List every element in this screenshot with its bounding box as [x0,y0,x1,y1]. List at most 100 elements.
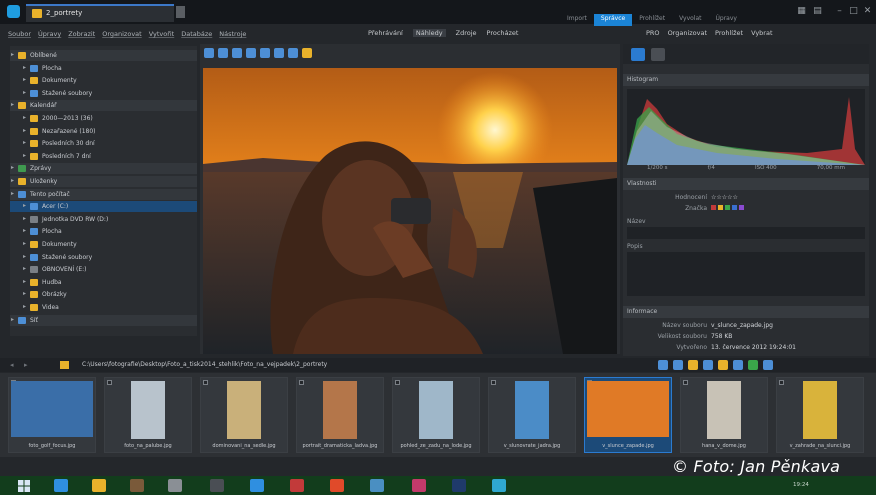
maximize-icon[interactable]: □ [848,6,859,17]
thumbnail-checkbox[interactable] [107,380,112,385]
expand-arrow-icon[interactable]: ▸ [23,202,26,209]
tree-item[interactable]: ▸ Tento počítač [10,188,197,200]
expand-arrow-icon[interactable]: ▸ [11,190,14,197]
mode-edit[interactable]: Úpravy [709,14,744,26]
forward-icon[interactable] [218,48,228,58]
organize-dropdown[interactable]: Organizovat [668,29,707,37]
info-header[interactable]: Informace [623,306,869,318]
tree-item[interactable]: ▸ Posledních 30 dní [10,138,197,149]
mode-import[interactable]: Import [560,14,594,26]
tree-item[interactable]: ▸ Stažené soubory [10,252,197,263]
star-icon[interactable] [302,48,312,58]
view-button[interactable]: Prohlížet [715,29,743,37]
expand-arrow-icon[interactable]: ▸ [23,76,26,83]
share-icon[interactable] [748,360,758,370]
mode-manager[interactable]: Správce [593,14,633,26]
expand-arrow-icon[interactable]: ▸ [23,290,26,297]
expand-arrow-icon[interactable]: ▸ [23,127,26,134]
menu-view[interactable]: Zobrazit [68,30,95,38]
thumbnails-button[interactable]: Náhledy [412,29,446,37]
expand-arrow-icon[interactable]: ▸ [23,240,26,247]
tree-item[interactable]: ▸ Kalendář [10,100,197,112]
playback-button[interactable]: Přehrávání [368,29,403,37]
tree-item[interactable]: ▸ 2000—2013 (36) [10,113,197,124]
indesign-icon[interactable] [412,479,426,492]
clock[interactable]: 19:24 [793,482,809,488]
tree-item[interactable]: ▸ Obrázky [10,289,197,300]
menu-file[interactable]: Soubor [8,30,31,38]
menu-edit[interactable]: Úpravy [38,30,61,38]
search-icon[interactable] [658,360,668,370]
windows-start-icon[interactable] [18,480,30,492]
expand-arrow-icon[interactable]: ▸ [23,114,26,121]
expand-arrow-icon[interactable]: ▸ [23,152,26,159]
forward-arrow-icon[interactable]: ▸ [24,361,28,369]
tree-item[interactable]: ▸ Acer (C:) [10,201,197,213]
filmstrip-thumbnail[interactable]: v_zahrade_na_slunci.jpg [776,377,864,453]
sources-button[interactable]: Zdroje [456,29,477,37]
mode-view[interactable]: Prohlížet [632,14,672,26]
thumbnail-checkbox[interactable] [299,380,304,385]
tree-item[interactable]: ▸ Jednotka DVD RW (D:) [10,214,197,225]
menu-create[interactable]: Vytvořit [149,30,175,38]
filmstrip-thumbnail[interactable]: v_slunovrate_jadra.jpg [488,377,576,453]
caption-field[interactable] [627,252,865,296]
app-icon-6[interactable] [370,479,384,492]
settings-icon[interactable] [763,360,773,370]
select-button[interactable]: Vybrat [751,29,772,37]
filmstrip-thumbnail[interactable]: foto_na_palube.jpg [104,377,192,453]
expand-arrow-icon[interactable]: ▸ [11,101,14,108]
tree-item[interactable]: ▸ Plocha [10,226,197,237]
filmstrip-thumbnail[interactable]: pohled_ze_zadu_na_lode.jpg [392,377,480,453]
info-tab-icon[interactable] [631,48,645,61]
ie-icon[interactable] [54,479,68,492]
photoshop-icon[interactable] [452,479,466,492]
tree-item[interactable]: ▸ Dokumenty [10,239,197,250]
expand-arrow-icon[interactable]: ▸ [11,316,14,323]
mode-develop[interactable]: Vyvolat [672,14,708,26]
close-icon[interactable]: ✕ [862,6,873,17]
thumbnail-checkbox[interactable] [779,380,784,385]
tree-item[interactable]: ▸ OBNOVENÍ (E:) [10,264,197,275]
back-arrow-icon[interactable]: ◂ [10,361,14,369]
tree-item[interactable]: ▸ Videa [10,302,197,313]
expand-arrow-icon[interactable]: ▸ [23,265,26,272]
expand-arrow-icon[interactable]: ▸ [23,227,26,234]
properties-header[interactable]: Vlastnosti [623,178,869,190]
expand-arrow-icon[interactable]: ▸ [23,139,26,146]
fullscreen-icon[interactable] [288,48,298,58]
minimize-icon[interactable]: – [834,6,845,17]
thumbnail-checkbox[interactable] [491,380,496,385]
document-tab[interactable]: 2_portrety [26,4,174,22]
map-tab-icon[interactable] [651,48,665,61]
tree-item[interactable]: ▸ Síť [10,314,197,326]
zoom-in-icon[interactable] [246,48,256,58]
app-icon-3[interactable] [210,479,224,492]
expand-arrow-icon[interactable]: ▸ [11,164,14,171]
filmstrip-thumbnail[interactable]: dominovani_na_sedle.jpg [200,377,288,453]
path-field[interactable]: C:\Users\fotografie\Desktop\Foto_a_tisk2… [82,361,327,368]
histogram-header[interactable]: Histogram [623,74,869,86]
main-photo[interactable] [203,68,617,354]
rating-stars[interactable]: ☆☆☆☆☆ [711,194,738,201]
folder-action-icon[interactable] [688,360,698,370]
tree-item[interactable]: ▸ Nezařazené (180) [10,126,197,137]
tree-item[interactable]: ▸ Stažené soubory [10,88,197,99]
menu-tools[interactable]: Nástroje [219,30,246,38]
menu-organize[interactable]: Organizovat [102,30,141,38]
filmstrip-thumbnail[interactable]: portrait_dramaticka_ladva.jpg [296,377,384,453]
app-icon-5[interactable] [290,479,304,492]
tree-item[interactable]: ▸ Oblíbené [10,50,197,61]
sort-icon[interactable] [703,360,713,370]
expand-arrow-icon[interactable]: ▸ [23,89,26,96]
tree-item[interactable]: ▸ Hudba [10,277,197,288]
filmstrip-thumbnail[interactable]: v_slunce_zapade.jpg [584,377,672,453]
expand-arrow-icon[interactable]: ▸ [23,253,26,260]
tree-item[interactable]: ▸ Posledních 7 dní [10,151,197,162]
expand-arrow-icon[interactable]: ▸ [11,177,14,184]
browse-button[interactable]: Procházet [487,29,519,37]
thumbnail-checkbox[interactable] [395,380,400,385]
rotate-icon[interactable] [232,48,242,58]
app-icon-2[interactable] [168,479,182,492]
expand-arrow-icon[interactable]: ▸ [23,303,26,310]
